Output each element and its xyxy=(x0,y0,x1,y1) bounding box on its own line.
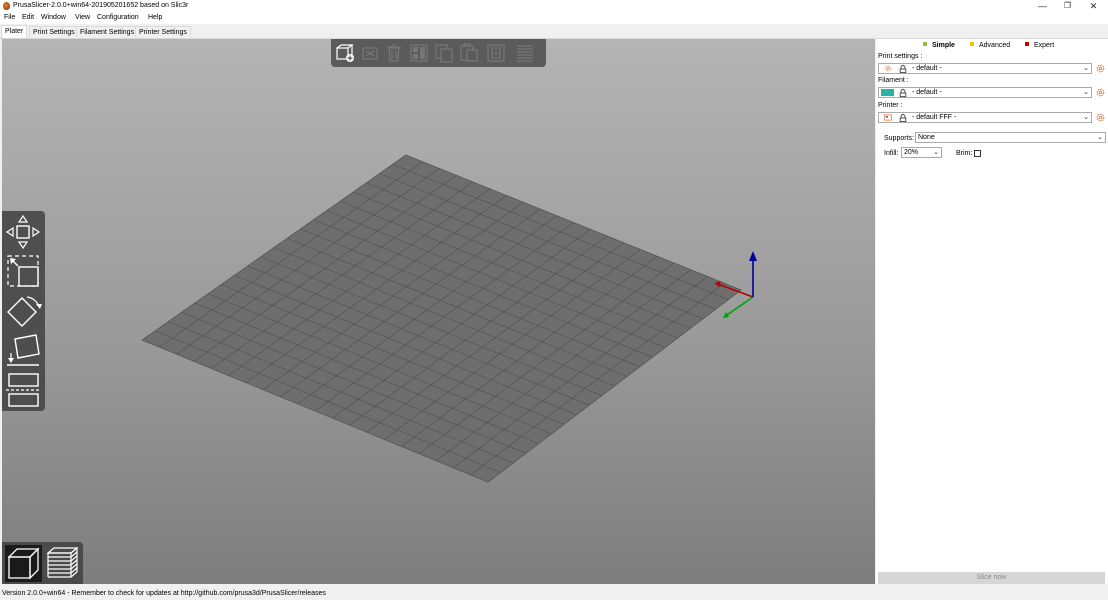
infill-select[interactable]: 20% ⌄ xyxy=(901,147,942,158)
mode-expert-label: Expert xyxy=(1034,42,1055,49)
tab-filament-settings[interactable]: Filament Settings xyxy=(76,26,139,37)
print-settings-label: Print settings : xyxy=(878,53,923,60)
lock-icon xyxy=(899,65,907,73)
filament-color-swatch[interactable] xyxy=(881,89,894,96)
printer-label: Printer : xyxy=(878,102,903,109)
gizmo-toolbar xyxy=(2,211,45,411)
cut-icon[interactable] xyxy=(5,371,42,409)
minimize-button[interactable]: — xyxy=(1029,0,1056,12)
menu-bar: File Edit Window View Configuration Help xyxy=(0,12,1108,24)
mode-selector: Simple Advanced Expert xyxy=(876,42,1108,52)
window-title: PrusaSlicer-2.0.0+win64-201905201652 bas… xyxy=(13,2,189,9)
printer-combo[interactable]: - default FFF - ⌄ xyxy=(878,112,1092,123)
mode-simple-label: Simple xyxy=(932,42,955,49)
infill-label: Infill: xyxy=(884,150,899,157)
plater-toolbar xyxy=(331,39,546,67)
prusaslicer-app-icon xyxy=(3,2,10,10)
scale-icon[interactable] xyxy=(5,253,42,289)
status-bar: Version 2.0.0+win64 - Remember to check … xyxy=(0,588,1108,600)
brim-checkbox[interactable] xyxy=(974,150,981,157)
title-bar: PrusaSlicer-2.0.0+win64-201905201652 bas… xyxy=(0,0,1108,12)
maximize-button[interactable]: ❐ xyxy=(1054,0,1081,12)
delete-all-icon[interactable] xyxy=(384,43,404,63)
edit-printer-gear-icon[interactable] xyxy=(1096,113,1105,122)
supports-select[interactable]: None ⌄ xyxy=(915,132,1106,143)
move-icon[interactable] xyxy=(5,214,42,250)
rotate-icon[interactable] xyxy=(5,293,42,329)
lock-icon xyxy=(899,89,907,97)
tab-bar: Plater Print Settings Filament Settings … xyxy=(0,25,1108,39)
menu-edit[interactable]: Edit xyxy=(22,14,34,21)
mode-simple[interactable]: Simple xyxy=(923,42,955,49)
preview-layers-icon[interactable] xyxy=(44,545,81,582)
edit-print-settings-gear-icon[interactable] xyxy=(1096,64,1105,73)
supports-value: None xyxy=(918,134,935,141)
tab-print-settings[interactable]: Print Settings xyxy=(29,26,79,37)
close-button[interactable]: ✕ xyxy=(1080,0,1107,12)
menu-file[interactable]: File xyxy=(4,14,15,21)
printer-value: - default FFF - xyxy=(912,114,957,121)
tab-plater[interactable]: Plater xyxy=(1,25,28,38)
view-toolbar xyxy=(2,542,83,584)
expert-mode-icon xyxy=(1025,42,1029,46)
axes-gizmo xyxy=(714,251,757,318)
print-settings-value: - default - xyxy=(912,65,942,72)
chevron-down-icon: ⌄ xyxy=(1097,134,1103,141)
printer-icon xyxy=(884,114,892,121)
add-icon[interactable] xyxy=(335,43,355,63)
chevron-down-icon: ⌄ xyxy=(1083,89,1089,96)
filament-combo[interactable]: - default - ⌄ xyxy=(878,87,1092,98)
3d-viewport[interactable] xyxy=(2,39,875,584)
tab-printer-settings[interactable]: Printer Settings xyxy=(135,26,191,37)
paste-icon[interactable] xyxy=(459,43,479,63)
settings-sidebar: Simple Advanced Expert Print settings : … xyxy=(876,39,1108,584)
menu-configuration[interactable]: Configuration xyxy=(97,14,139,21)
chevron-down-icon: ⌄ xyxy=(1083,65,1089,72)
mode-advanced-label: Advanced xyxy=(979,42,1011,49)
infill-value: 20% xyxy=(904,149,919,156)
place-on-face-icon[interactable] xyxy=(5,332,42,368)
print-bed xyxy=(141,154,757,483)
filament-value: - default - xyxy=(912,89,942,96)
arrange-icon[interactable] xyxy=(409,43,429,63)
delete-icon[interactable] xyxy=(360,43,380,63)
simple-mode-icon xyxy=(923,42,927,46)
copy-icon[interactable] xyxy=(434,43,454,63)
filament-label: Filament : xyxy=(878,77,909,84)
z-axis-arrow xyxy=(749,251,757,261)
supports-label: Supports: xyxy=(884,135,914,142)
print-settings-combo[interactable]: - default - ⌄ xyxy=(878,63,1092,74)
edit-filament-gear-icon[interactable] xyxy=(1096,88,1105,97)
menu-window[interactable]: Window xyxy=(41,14,66,21)
menu-help[interactable]: Help xyxy=(148,14,162,21)
lock-icon xyxy=(899,114,907,122)
slice-now-button[interactable]: Slice now xyxy=(878,572,1105,584)
chevron-down-icon: ⌄ xyxy=(1083,114,1089,121)
brim-label: Brim: xyxy=(956,150,973,157)
status-text: Version 2.0.0+win64 - Remember to check … xyxy=(2,590,326,597)
chevron-down-icon: ⌄ xyxy=(933,149,939,156)
split-icon[interactable] xyxy=(515,43,535,63)
menu-view[interactable]: View xyxy=(75,14,90,21)
gear-icon xyxy=(885,65,891,72)
advanced-mode-icon xyxy=(970,42,974,46)
mode-advanced[interactable]: Advanced xyxy=(970,42,1010,49)
mode-expert[interactable]: Expert xyxy=(1025,42,1054,49)
3d-view-icon[interactable] xyxy=(5,545,42,582)
instances-icon[interactable] xyxy=(486,43,506,63)
